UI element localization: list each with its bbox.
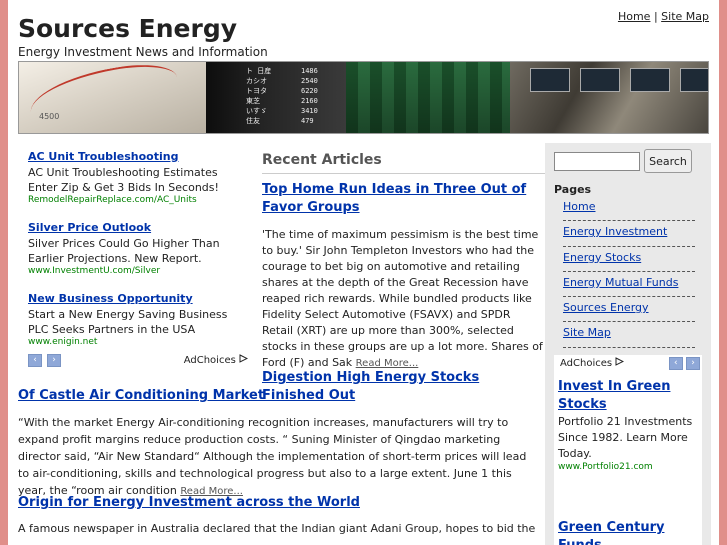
adchoices-label: AdChoices [183, 355, 236, 366]
sidebar-ad-arrows: ‹ › [668, 357, 700, 370]
sidebar-ad-item: Green Century Funds [558, 519, 698, 545]
ad-title-link[interactable]: AC Unit Troubleshooting [28, 150, 248, 163]
banner-monitor [680, 68, 708, 92]
banner-monitor [530, 68, 570, 92]
banner-shade [346, 62, 510, 133]
post-excerpt-text: 'The time of maximum pessimism is the be… [262, 228, 543, 369]
post-excerpt: A famous newspaper in Australia declared… [18, 520, 538, 537]
adchoices-link[interactable]: AdChoices [183, 354, 249, 366]
site-tagline: Energy Investment News and Information [18, 45, 268, 59]
sidebar-ad-description: Portfolio 21 Investments Since 1982. Lea… [558, 415, 693, 460]
ad-url[interactable]: www.enigin.net [28, 337, 248, 347]
read-more-link[interactable]: Read More... [356, 358, 419, 369]
ad-url[interactable]: www.InvestmentU.com/Silver [28, 266, 248, 276]
nav-separator: | [653, 10, 658, 23]
post-title-link[interactable]: Top Home Run Ideas in Three Out of Favor… [262, 182, 526, 215]
ad-item: Silver Price Outlook Silver Prices Could… [28, 221, 248, 276]
post-title: Top Home Run Ideas in Three Out of Favor… [262, 181, 545, 217]
banner-monitor [580, 68, 620, 92]
ad-prev-arrow-icon[interactable]: ‹ [668, 357, 683, 370]
sidebar-ad-title-link[interactable]: Invest In Green Stocks [558, 378, 698, 414]
ad-next-arrow-icon[interactable]: › [47, 354, 62, 367]
banner-ticker-names: ト 日産 カシオ トヨタ 東芝 いすゞ 住友 [246, 67, 272, 125]
banner-monitors-photo [510, 62, 708, 133]
page-link-energy-investment[interactable]: Energy Investment [563, 225, 667, 238]
ad-url[interactable]: RemodelRepairReplace.com/AC_Units [28, 195, 248, 205]
sidebar-ad-title-link[interactable]: Green Century Funds [558, 519, 698, 545]
post-excerpt: “With the market Energy Air-conditioning… [18, 414, 538, 500]
search-button[interactable]: Search [644, 149, 692, 173]
ad-title-link[interactable]: Silver Price Outlook [28, 221, 248, 234]
divider [262, 173, 545, 174]
page-link-energy-mutual-funds[interactable]: Energy Mutual Funds [563, 276, 678, 289]
sidebar: Search Pages Home Energy Investment Ener… [545, 143, 711, 545]
ad-title-link[interactable]: New Business Opportunity [28, 292, 248, 305]
sidebar-ad-url[interactable]: www.Portfolio21.com [558, 462, 698, 472]
post-title-link[interactable]: Origin for Energy Investment across the … [18, 495, 360, 510]
page-link-sources-energy[interactable]: Sources Energy [563, 301, 649, 314]
post-title: Of Castle Air Conditioning Market [18, 387, 538, 405]
search-input[interactable] [554, 152, 640, 171]
post-excerpt-text: A famous newspaper in Australia declared… [18, 522, 538, 535]
pages-list-item: Energy Investment [563, 221, 695, 247]
banner-chart-curve [25, 62, 183, 133]
ad-prev-arrow-icon[interactable]: ‹ [28, 354, 42, 367]
ad-description: AC Unit Troubleshooting Estimates Enter … [28, 166, 219, 194]
adchoices-icon [615, 357, 625, 366]
nav-sitemap-link[interactable]: Site Map [661, 10, 709, 23]
ad-description: Start a New Energy Saving Business PLC S… [28, 308, 228, 336]
pages-list: Home Energy Investment Energy Stocks Ene… [563, 196, 695, 348]
page-link-home[interactable]: Home [563, 200, 595, 213]
banner-monitor [630, 68, 670, 92]
ad-navigation-bar: ‹ › AdChoices [28, 354, 249, 370]
nav-home-link[interactable]: Home [618, 10, 650, 23]
ad-item: AC Unit Troubleshooting AC Unit Troubles… [28, 150, 248, 205]
ad-next-arrow-icon[interactable]: › [686, 357, 700, 370]
sidebar-ad-item: Invest In Green Stocks Portfolio 21 Inve… [558, 378, 698, 472]
banner-ticker-prices: 1486 2540 6220 2160 3410 479 [301, 67, 318, 125]
banner-ticker-board-photo: ト 日産 カシオ トヨタ 東芝 いすゞ 住友 1486 2540 6220 21… [206, 62, 346, 133]
adchoices-label: AdChoices [560, 358, 613, 369]
post-excerpt: 'The time of maximum pessimism is the be… [262, 227, 545, 372]
page-link-site-map[interactable]: Site Map [563, 326, 611, 339]
adchoices-link[interactable]: AdChoices [560, 357, 625, 369]
ad-description: Silver Prices Could Go Higher Than Earli… [28, 237, 220, 265]
pages-list-item: Site Map [563, 322, 695, 348]
header-banner-image: 4500 ト 日産 カシオ トヨタ 東芝 いすゞ 住友 1486 2540 62… [18, 61, 709, 134]
banner-chart-number: 4500 [39, 112, 60, 121]
page-link-energy-stocks[interactable]: Energy Stocks [563, 251, 641, 264]
post-excerpt-text: “With the market Energy Air-conditioning… [18, 416, 527, 497]
banner-chart-photo: 4500 [19, 62, 206, 133]
pages-list-item: Energy Stocks [563, 247, 695, 272]
pages-list-item: Sources Energy [563, 297, 695, 323]
site-title[interactable]: Sources Energy [18, 14, 237, 43]
sidebar-ad-block: AdChoices ‹ › Invest In Green Stocks Por… [554, 355, 702, 545]
page-container: Sources Energy Energy Investment News an… [8, 0, 719, 545]
pages-list-item: Home [563, 196, 695, 222]
pages-heading: Pages [554, 183, 592, 196]
ad-item: New Business Opportunity Start a New Ene… [28, 292, 248, 347]
top-nav: Home | Site Map [618, 10, 709, 23]
sidebar-ad-bar: AdChoices ‹ › [560, 357, 700, 370]
post-title-link[interactable]: Of Castle Air Conditioning Market [18, 388, 264, 403]
pages-list-item: Energy Mutual Funds [563, 272, 695, 298]
recent-articles-heading: Recent Articles [262, 152, 382, 168]
post-title: Origin for Energy Investment across the … [18, 494, 538, 512]
left-ad-block: AC Unit Troubleshooting AC Unit Troubles… [28, 150, 248, 363]
adchoices-icon [239, 354, 249, 363]
banner-trading-floor-photo [346, 62, 510, 133]
